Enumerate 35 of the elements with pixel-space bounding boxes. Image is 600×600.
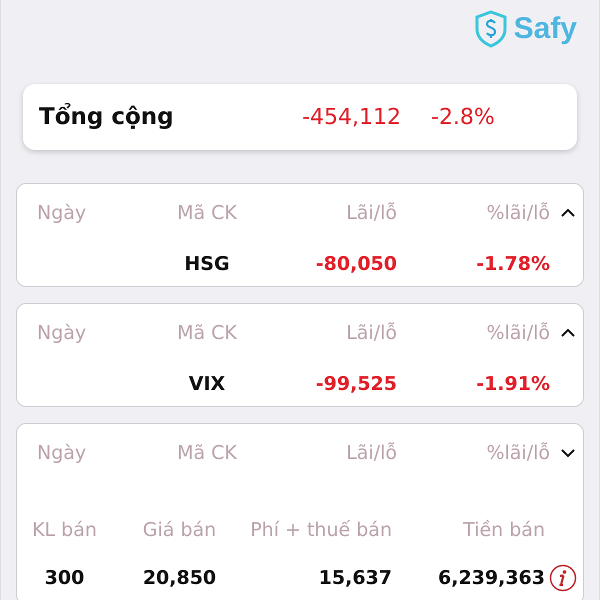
profit-percent: -1.78%	[475, 253, 550, 275]
stock-symbol: VIX	[188, 373, 226, 395]
table-cell-text: 300	[44, 567, 86, 589]
column-header: Ngày	[37, 442, 88, 464]
column-header: Ngày	[37, 322, 88, 344]
column-header: Lãi/lỗ	[345, 322, 397, 344]
profit-value: -99,525	[314, 373, 397, 395]
column-header: KL bán	[31, 519, 98, 541]
info-icon[interactable]	[549, 564, 577, 592]
column-header: Lãi/lỗ	[345, 442, 397, 464]
table-cell-text: 15,637	[318, 567, 392, 589]
column-header: Ngày	[37, 202, 88, 224]
profit-value: -80,050	[314, 253, 397, 275]
column-header: Mã CK	[176, 202, 238, 224]
column-header: Lãi/lỗ	[345, 202, 397, 224]
column-header: Mã CK	[176, 442, 238, 464]
total-percent: -2.8%	[430, 104, 496, 130]
table-cell-text: 6,239,363	[437, 567, 545, 589]
profit-percent: -1.91%	[475, 373, 550, 395]
chevron-icon[interactable]	[560, 328, 576, 338]
column-header: %lãi/lỗ	[485, 322, 550, 344]
total-amount: -454,112	[301, 104, 401, 130]
shield-dollar-icon	[474, 10, 508, 48]
logo-text: Safy	[514, 12, 577, 46]
column-header: Mã CK	[176, 322, 238, 344]
table-cell-text: 20,850	[142, 567, 218, 589]
column-header: Phí + thuế bán	[249, 519, 392, 541]
column-header: %lãi/lỗ	[485, 202, 550, 224]
column-header: Giá bán	[142, 519, 218, 541]
chevron-icon[interactable]	[560, 208, 576, 218]
chevron-icon[interactable]	[560, 448, 576, 458]
stock-symbol: HSG	[183, 253, 231, 275]
total-label: Tổng cộng	[39, 104, 175, 130]
column-header: %lãi/lỗ	[485, 442, 550, 464]
column-header: Tiền bán	[462, 519, 545, 541]
